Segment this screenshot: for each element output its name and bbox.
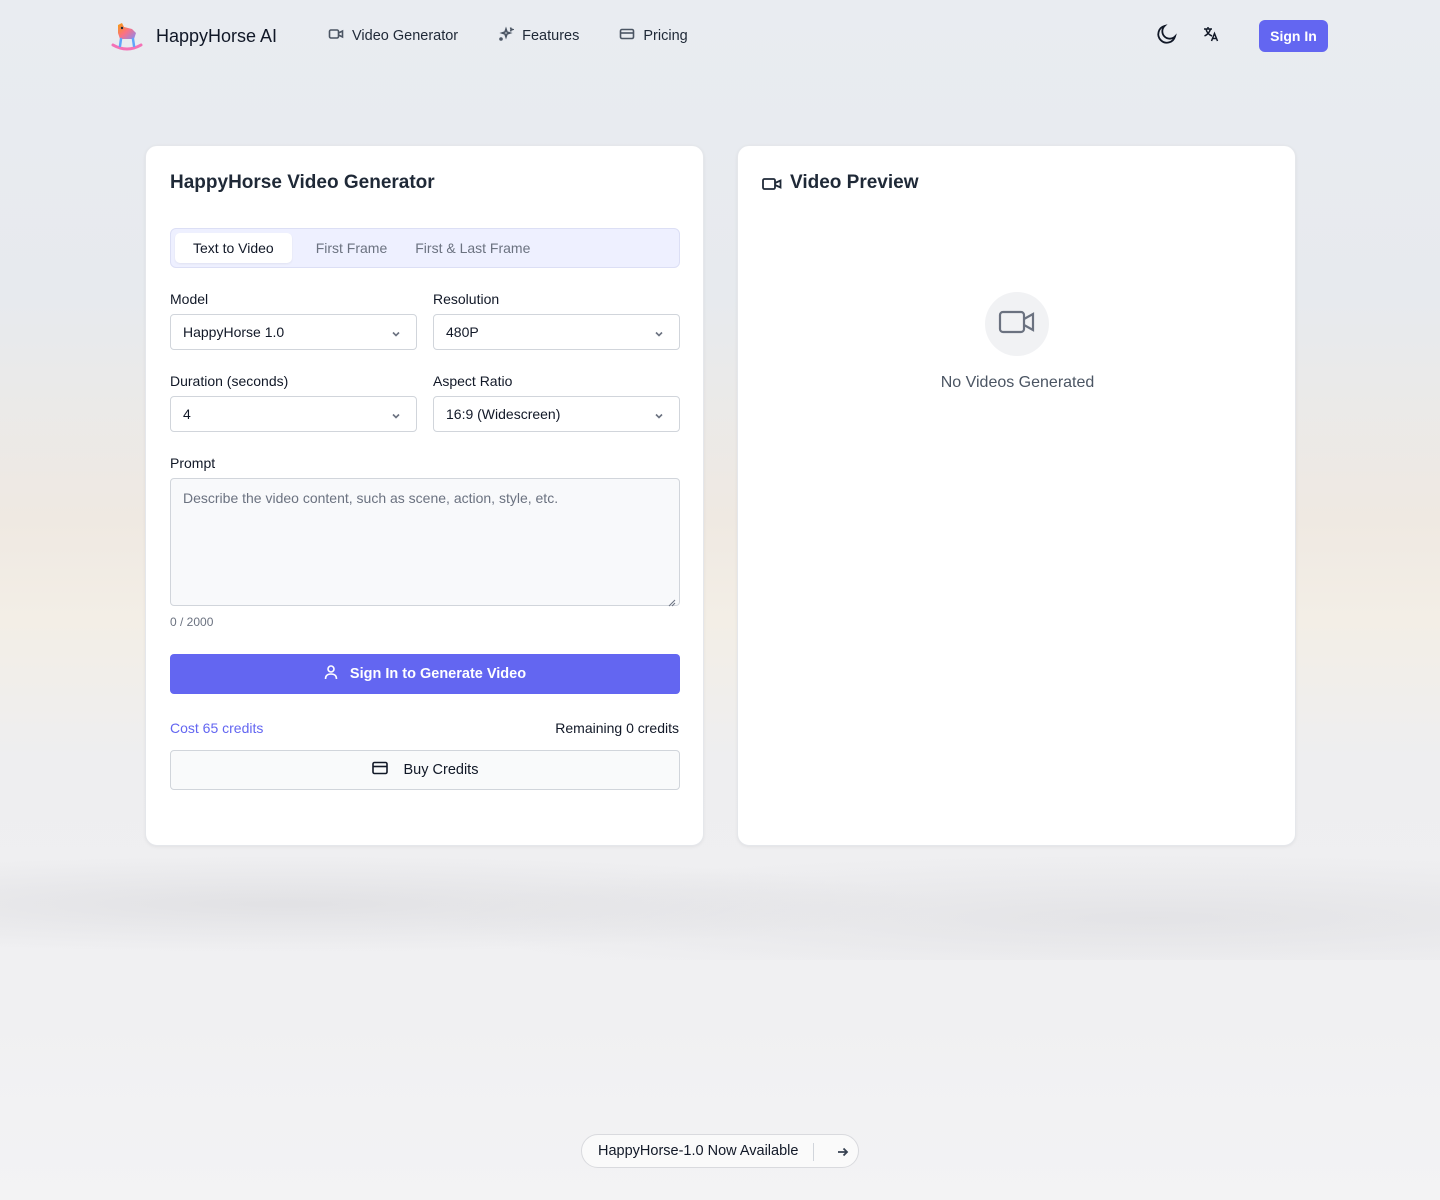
nav-item-features[interactable]: Features [498,26,579,46]
remaining-credits: Remaining 0 credits [555,720,679,736]
logo[interactable]: HappyHorse AI [110,19,277,53]
mode-tabs: Text to Video First Frame First & Last F… [170,228,680,268]
credit-card-icon [371,761,388,779]
empty-state-icon-wrap [985,292,1049,356]
app-name: HappyHorse AI [156,25,278,46]
chevron-down-icon [390,327,402,339]
sign-in-to-generate-button[interactable]: Sign In to Generate Video [170,654,680,694]
arrow-right-icon [836,1145,850,1159]
chevron-down-icon [653,409,665,421]
prompt-placeholder: Describe the video content, such as scen… [183,490,559,506]
announcement-banner[interactable]: HappyHorse-1.0 Now Available [581,1134,859,1168]
sign-in-button[interactable]: Sign In [1259,20,1328,52]
nav-item-pricing[interactable]: Pricing [619,26,688,46]
nav-item-label: Video Generator [352,28,459,44]
model-select[interactable]: HappyHorse 1.0 [170,314,417,350]
banner-text: HappyHorse-1.0 Now Available [598,1143,799,1159]
nav-item-label: Features [522,28,580,44]
nav-item-video-generator[interactable]: Video Generator [328,26,458,46]
duration-value: 4 [183,406,191,422]
model-label: Model [170,291,209,307]
prompt-label: Prompt [170,455,216,471]
moon-icon [1155,22,1179,51]
resolution-select[interactable]: 480P [433,314,680,350]
translate-icon [1202,25,1220,48]
aspect-ratio-select[interactable]: 16:9 (Widescreen) [433,396,680,432]
credit-card-icon [619,26,635,46]
buy-credits-button[interactable]: Buy Credits [170,750,680,790]
aspect-ratio-value: 16:9 (Widescreen) [446,406,561,422]
language-button[interactable] [1197,22,1225,50]
preview-card: Video Preview No Videos Generated [737,145,1296,846]
generator-title: HappyHorse Video Generator [170,172,435,193]
tab-text-to-video[interactable]: Text to Video [175,233,292,263]
resolution-label: Resolution [433,291,500,307]
banner-divider [813,1143,814,1161]
resize-grip-icon[interactable] [668,594,676,607]
video-camera-icon [998,308,1036,341]
chevron-down-icon [390,409,402,421]
user-icon [324,664,338,684]
generate-button-label: Sign In to Generate Video [349,666,527,682]
video-icon [328,26,344,46]
empty-state-text: No Videos Generated [940,374,1095,391]
buy-credits-label: Buy Credits [403,762,479,778]
duration-select[interactable]: 4 [170,396,417,432]
theme-toggle-button[interactable] [1153,22,1181,50]
generator-card: HappyHorse Video Generator Text to Video… [145,145,704,846]
prompt-char-counter: 0 / 2000 [170,615,214,629]
chevron-down-icon [653,327,665,339]
resolution-value: 480P [446,324,479,340]
duration-label: Duration (seconds) [170,373,289,389]
main-nav: Video Generator Features Pricing [328,26,688,46]
model-value: HappyHorse 1.0 [183,324,285,340]
top-header: HappyHorse AI Video Generator Features P… [0,0,1440,72]
rocking-horse-logo-icon [110,19,144,53]
nav-item-label: Pricing [643,28,688,44]
aspect-ratio-label: Aspect Ratio [433,373,513,389]
sparkles-icon [498,26,516,46]
cost-credits: Cost 65 credits [170,720,264,736]
video-icon [762,176,782,192]
tab-first-last-frame[interactable]: First & Last Frame [405,233,540,263]
prompt-textarea[interactable]: Describe the video content, such as scen… [170,478,680,607]
preview-title: Video Preview [790,172,919,193]
tab-first-frame[interactable]: First Frame [300,233,398,263]
